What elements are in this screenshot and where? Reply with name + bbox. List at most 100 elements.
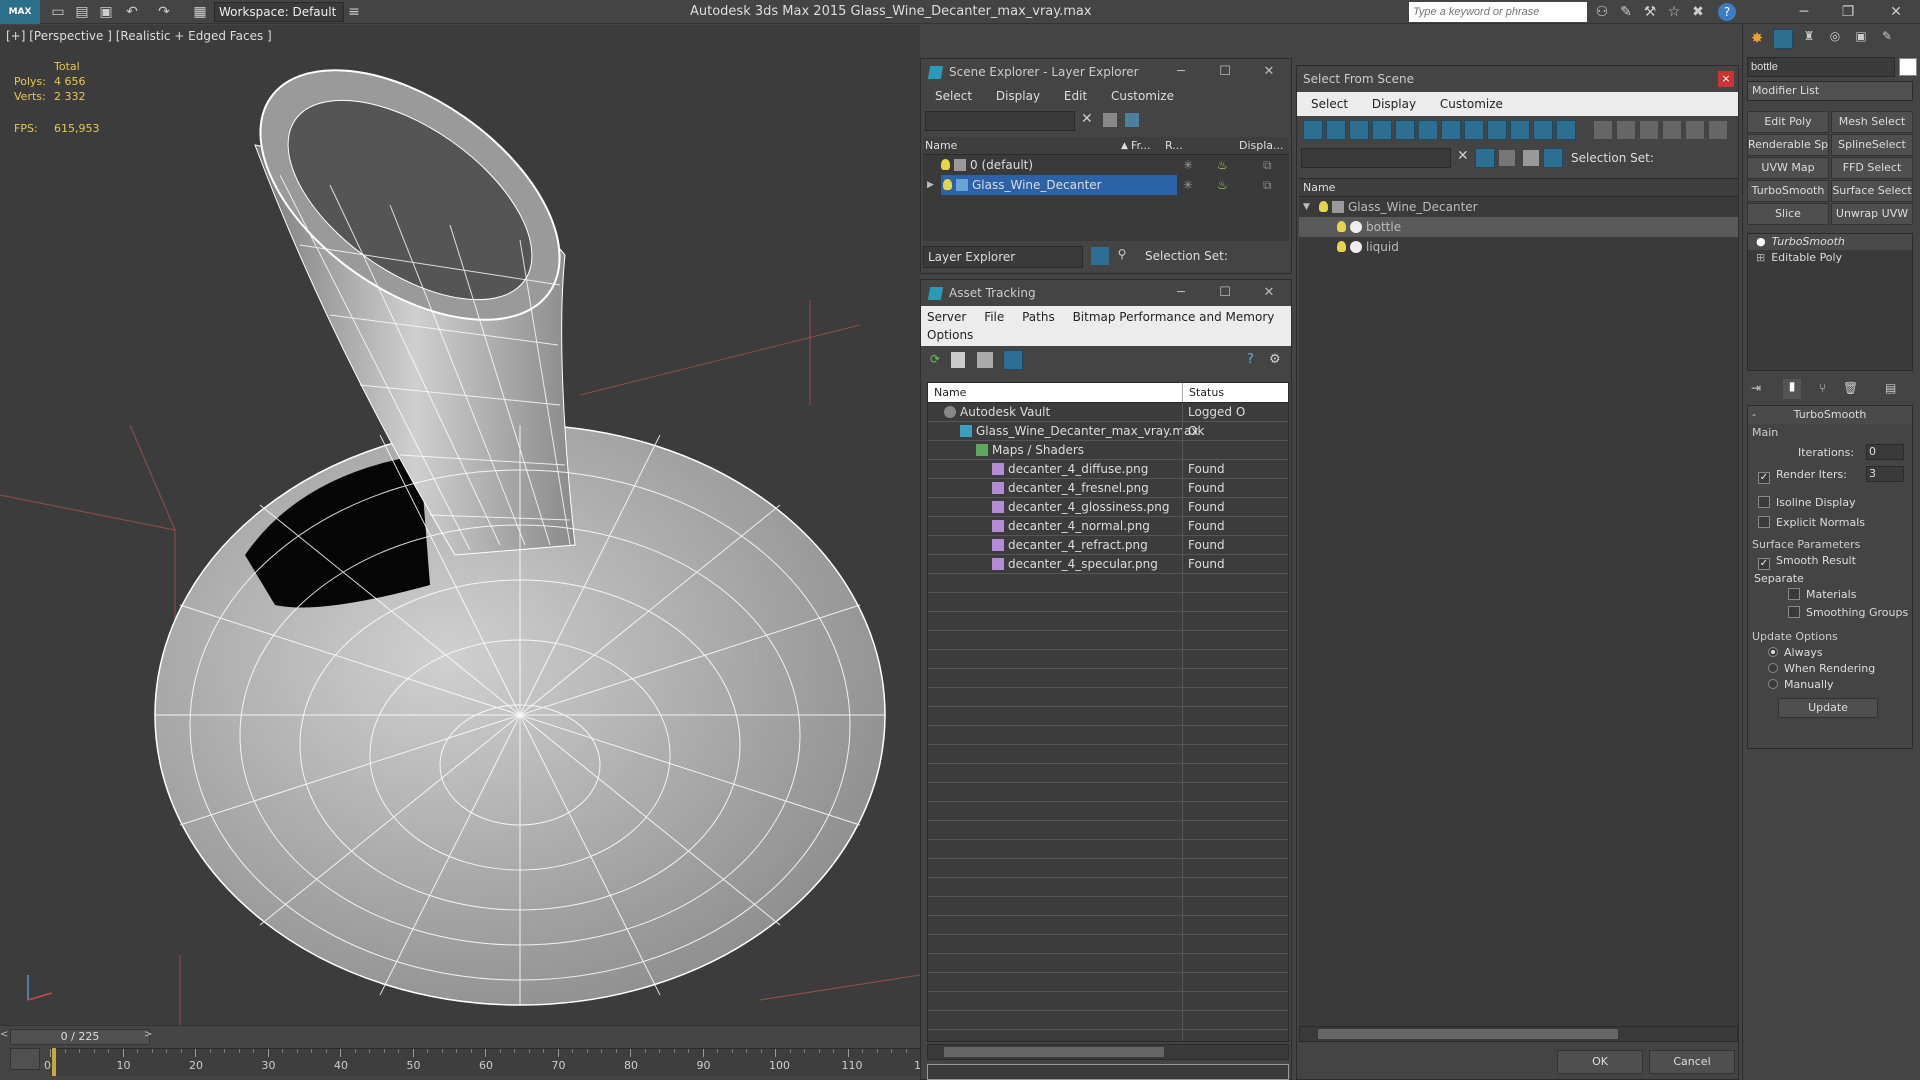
menu-options[interactable]: Options xyxy=(927,328,973,342)
workspace-dropdown[interactable]: Workspace: Default xyxy=(214,2,344,22)
manually-radio[interactable] xyxy=(1768,679,1778,689)
menu-customize[interactable]: Customize xyxy=(1440,97,1503,111)
visibility-bulb-icon[interactable] xyxy=(1337,241,1346,252)
display-box-icon[interactable]: ⧉ xyxy=(1263,155,1272,175)
asset-row[interactable]: decanter_4_specular.png Found xyxy=(928,555,1288,574)
layers-icon[interactable] xyxy=(1523,150,1539,166)
modifier-button[interactable]: SplineSelect xyxy=(1831,134,1913,156)
collapse-arrow-icon[interactable]: ▼ xyxy=(1303,197,1310,217)
maximize-icon[interactable]: ☐ xyxy=(1203,280,1247,306)
clear-search-icon[interactable]: ✕ xyxy=(1457,148,1469,164)
expand-plus-icon[interactable]: ⊞ xyxy=(1756,251,1765,264)
object-name-input[interactable] xyxy=(1747,57,1895,77)
clear-search-icon[interactable]: ✕ xyxy=(1081,111,1093,127)
time-marker[interactable] xyxy=(52,1048,56,1076)
explicit-normals-checkbox[interactable] xyxy=(1758,516,1770,528)
render-iters-spinner[interactable]: 3 xyxy=(1866,466,1904,482)
minimize-icon[interactable]: ─ xyxy=(1794,2,1814,22)
visibility-bulb-icon[interactable] xyxy=(941,159,950,170)
save-file-icon[interactable]: ▣ xyxy=(96,2,116,22)
table-view-icon[interactable] xyxy=(977,352,993,368)
menu-customize[interactable]: Customize xyxy=(1111,89,1174,103)
filter-groups-icon[interactable] xyxy=(1441,120,1461,140)
modifier-button[interactable]: Edit Poly xyxy=(1747,111,1829,133)
cancel-button[interactable]: Cancel xyxy=(1649,1050,1735,1074)
filter-helpers-icon[interactable] xyxy=(1395,120,1415,140)
next-frame-arrow-icon[interactable]: > xyxy=(144,1029,152,1040)
display-tab-icon[interactable]: ▣ xyxy=(1851,29,1871,49)
freeze-icon[interactable]: ✳ xyxy=(1183,175,1193,195)
menu-display[interactable]: Display xyxy=(1372,97,1416,111)
make-unique-icon[interactable]: ⑂ xyxy=(1819,381,1826,395)
close-icon[interactable]: ✕ xyxy=(1247,280,1291,306)
search-input[interactable] xyxy=(1409,2,1587,22)
communication-icon[interactable]: ✖ xyxy=(1688,2,1708,22)
undo-icon[interactable]: ↶ xyxy=(122,2,142,22)
col-render[interactable]: R... xyxy=(1165,137,1183,155)
subscription-icon[interactable]: ⚒ xyxy=(1640,2,1660,22)
list-view-icon[interactable] xyxy=(951,352,965,368)
col-freeze[interactable]: Fr... xyxy=(1131,137,1151,155)
filter-shapes-icon[interactable] xyxy=(1326,120,1346,140)
select-from-scene-titlebar[interactable]: Select From Scene × xyxy=(1297,66,1738,92)
when-rendering-radio[interactable] xyxy=(1768,663,1778,673)
asset-row[interactable]: decanter_4_diffuse.png Found xyxy=(928,460,1288,479)
new-file-icon[interactable]: ▭ xyxy=(48,2,68,22)
rollout-collapse-icon[interactable]: - xyxy=(1752,406,1756,424)
filter-select-all-icon[interactable] xyxy=(1593,120,1613,140)
render-teapot-icon[interactable]: ♨ xyxy=(1217,155,1228,175)
asset-row[interactable]: decanter_4_fresnel.png Found xyxy=(928,479,1288,498)
menu-display[interactable]: Display xyxy=(996,89,1040,103)
display-box-icon[interactable]: ⧉ xyxy=(1263,175,1272,195)
filter-lights-icon[interactable] xyxy=(1349,120,1369,140)
tree-group-row[interactable]: ▼ Glass_Wine_Decanter xyxy=(1299,197,1738,217)
scene-explorer-search-input[interactable] xyxy=(925,111,1075,131)
modifier-list-dropdown[interactable]: Modifier List xyxy=(1747,81,1913,101)
asset-path-field[interactable] xyxy=(927,1064,1289,1080)
layer-manager-icon[interactable] xyxy=(1091,247,1109,265)
hierarchy-icon[interactable]: ⚲ xyxy=(1113,247,1131,265)
filter-frozen-icon[interactable] xyxy=(1533,120,1553,140)
close-icon[interactable]: ✕ xyxy=(1886,2,1906,22)
filter-cameras-icon[interactable] xyxy=(1372,120,1392,140)
rollout-title[interactable]: - TurboSmooth xyxy=(1748,406,1912,424)
favorites-icon[interactable]: ☆ xyxy=(1664,2,1684,22)
render-teapot-icon[interactable]: ♨ xyxy=(1217,175,1228,195)
col-display[interactable]: Displa... xyxy=(1239,137,1284,155)
menu-select[interactable]: Select xyxy=(1311,97,1348,111)
filter-filter-options-icon[interactable] xyxy=(1662,120,1682,140)
restore-icon[interactable]: ❐ xyxy=(1838,2,1858,22)
horizontal-scrollbar[interactable] xyxy=(927,1044,1289,1060)
menu-select[interactable]: Select xyxy=(935,89,972,103)
asset-row[interactable]: decanter_4_glossiness.png Found xyxy=(928,498,1288,517)
render-iters-checkbox[interactable]: ✓ xyxy=(1758,472,1770,484)
materials-checkbox[interactable] xyxy=(1788,588,1800,600)
filter-bones-icon[interactable] xyxy=(1487,120,1507,140)
modifier-button[interactable]: Mesh Select xyxy=(1831,111,1913,133)
show-end-result-icon[interactable]: ▮ xyxy=(1783,379,1801,399)
project-folder-icon[interactable]: ▦ xyxy=(190,2,210,22)
tree-object-row[interactable]: liquid xyxy=(1299,237,1738,257)
smooth-result-checkbox[interactable]: ✓ xyxy=(1758,558,1770,570)
menu-server[interactable]: Server xyxy=(927,310,966,324)
select-search-input[interactable] xyxy=(1301,148,1451,168)
filter-sort-icon[interactable] xyxy=(1685,120,1705,140)
expand-arrow-icon[interactable]: ▶ xyxy=(927,175,934,195)
menu-bitmap-performance[interactable]: Bitmap Performance and Memory xyxy=(1073,310,1275,324)
filter-hidden-icon[interactable] xyxy=(1556,120,1576,140)
scrollbar-thumb[interactable] xyxy=(1318,1029,1618,1039)
time-ruler[interactable]: 010203040506070809010011012 xyxy=(44,1048,928,1076)
filter-spacewarps-icon[interactable] xyxy=(1418,120,1438,140)
visibility-bulb-icon[interactable] xyxy=(1337,221,1346,232)
close-icon[interactable]: ✕ xyxy=(1247,59,1291,85)
visibility-bulb-icon[interactable] xyxy=(1319,201,1328,212)
modifier-button[interactable]: UVW Map xyxy=(1747,157,1829,179)
hierarchy-tab-icon[interactable]: ♜ xyxy=(1799,29,1819,49)
create-tab-icon[interactable]: ✸ xyxy=(1747,29,1767,49)
remove-modifier-icon[interactable]: 🗑 xyxy=(1843,381,1858,395)
isoline-checkbox[interactable] xyxy=(1758,496,1770,508)
tree-object-row[interactable]: bottle xyxy=(1299,217,1738,237)
always-radio[interactable] xyxy=(1768,647,1778,657)
find-case-icon[interactable] xyxy=(1499,150,1515,166)
modifier-button[interactable]: Renderable Spline xyxy=(1747,134,1829,156)
